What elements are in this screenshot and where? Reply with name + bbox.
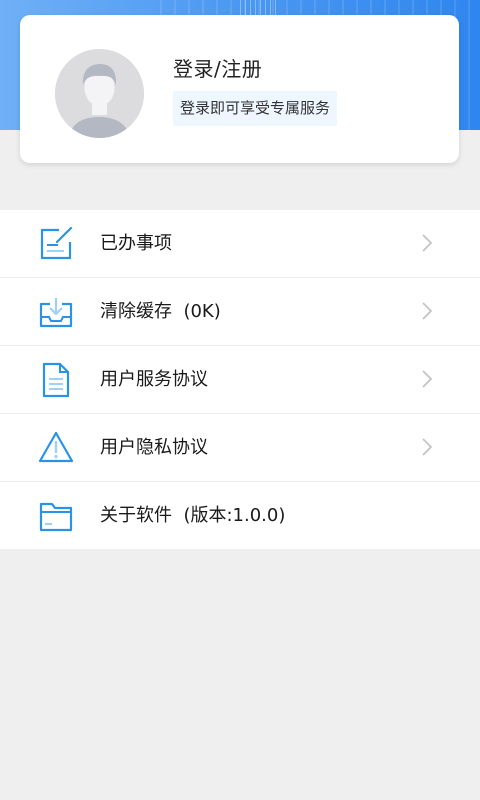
avatar[interactable] <box>55 49 144 138</box>
default-avatar-icon <box>55 49 144 138</box>
menu-item-service-agreement[interactable]: 用户服务协议 <box>0 346 480 414</box>
menu-item-about[interactable]: 关于软件 (版本:1.0.0) <box>0 482 480 549</box>
menu-item-label: 关于软件 (版本:1.0.0) <box>100 505 286 526</box>
menu-item-label: 用户服务协议 <box>100 369 208 390</box>
menu-item-label: 清除缓存 (0K) <box>100 301 221 322</box>
login-subtitle: 登录即可享受专属服务 <box>173 91 338 126</box>
chevron-right-icon <box>422 438 433 456</box>
menu-item-privacy-agreement[interactable]: 用户隐私协议 <box>0 414 480 482</box>
edit-icon <box>40 226 73 260</box>
menu-item-clear-cache[interactable]: 清除缓存 (0K) <box>0 278 480 346</box>
profile-card[interactable]: 登录/注册 登录即可享受专属服务 <box>20 15 459 163</box>
chevron-right-icon <box>422 370 433 388</box>
menu-item-label: 用户隐私协议 <box>100 437 208 458</box>
document-icon <box>42 362 70 398</box>
warning-icon <box>38 431 74 463</box>
inbox-download-icon <box>39 298 73 328</box>
menu-item-label: 已办事项 <box>100 233 172 254</box>
menu-item-todo[interactable]: 已办事项 <box>0 210 480 278</box>
folder-icon <box>39 502 73 532</box>
settings-menu: 已办事项 清除缓存 (0K) 用户服务协议 用户隐私协议 关于软件 (版本:1.… <box>0 210 480 549</box>
login-register-link[interactable]: 登录/注册 <box>173 53 262 82</box>
chevron-right-icon <box>422 302 433 320</box>
chevron-right-icon <box>422 234 433 252</box>
